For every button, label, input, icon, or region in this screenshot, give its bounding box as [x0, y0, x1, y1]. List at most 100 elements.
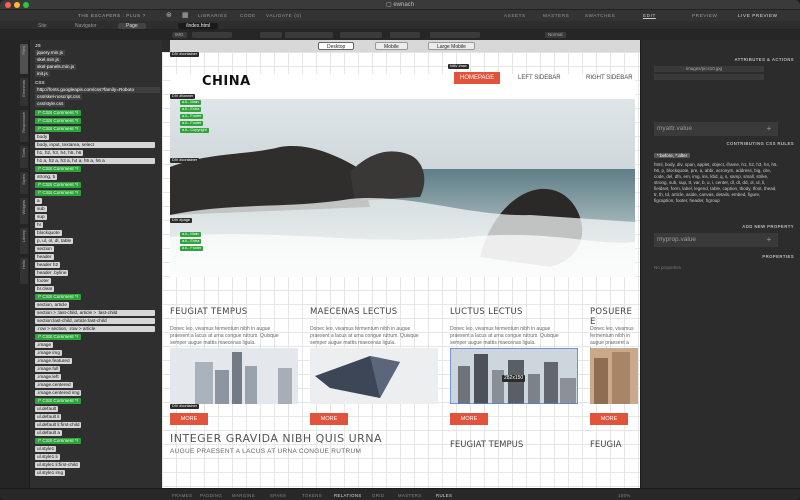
css-rule[interactable]: header — [35, 254, 54, 260]
more-button[interactable]: MORE — [590, 413, 628, 425]
css-rule[interactable]: ul.default a — [35, 430, 62, 436]
js-file[interactable]: jquery.min.js — [35, 50, 65, 56]
css-file[interactable]: http://fonts.googleapis.com/css?family=R… — [35, 87, 160, 93]
navigator-tab[interactable]: Navigator — [75, 23, 96, 29]
settings-icon[interactable]: ⊛ — [166, 11, 172, 19]
link-tag[interactable]: a.li-- Copyright — [180, 128, 209, 133]
more-button[interactable]: MORE — [310, 413, 348, 425]
css-rule[interactable]: footer — [35, 278, 51, 284]
tab-styles[interactable]: Styles — [20, 172, 28, 194]
nav-tag[interactable]: NAV #nav — [448, 64, 469, 69]
mobile-tab[interactable]: Mobile — [375, 42, 408, 50]
css-rule[interactable]: a — [35, 198, 42, 204]
css-rule[interactable]: ul.style1 li:first-child — [35, 462, 80, 468]
css-rule[interactable]: .image.left — [35, 374, 61, 380]
tab-responsive[interactable]: Responsive — [20, 110, 28, 142]
column-image[interactable] — [170, 348, 298, 404]
large-mobile-tab[interactable]: Large Mobile — [428, 42, 475, 50]
margins-toggle[interactable]: MARGINS — [232, 493, 255, 498]
container-tag[interactable]: DIV #container — [170, 158, 200, 163]
link-tag[interactable]: a.li-- Main — [180, 232, 201, 237]
banner-image[interactable] — [170, 97, 635, 277]
swatches-button[interactable]: SWATCHES — [585, 13, 615, 18]
tokens-toggle[interactable]: TOKENS — [302, 493, 322, 498]
css-rule[interactable]: sub — [35, 206, 47, 212]
css-rule[interactable]: .image img — [35, 350, 62, 356]
css-rule[interactable]: .image.centered img — [35, 390, 82, 396]
nav-right-sidebar[interactable]: RIGHT SIDEBAR — [580, 72, 639, 84]
link-tag[interactable]: a.li-- Extra — [180, 239, 202, 244]
size-chip[interactable] — [430, 32, 480, 38]
css-rule[interactable]: .row > section, .row > article — [35, 326, 155, 332]
css-rule[interactable]: section:last-child, article:last-child — [35, 318, 155, 324]
css-rule[interactable]: .image.centered — [35, 382, 73, 388]
css-rule[interactable]: ul.default — [35, 406, 59, 412]
code-button[interactable]: CODE — [240, 13, 256, 18]
tab-files[interactable]: Files — [20, 44, 28, 74]
page-tab[interactable]: Page — [118, 22, 146, 29]
banner-tag[interactable]: DIV #banner — [170, 94, 196, 99]
site-tab[interactable]: Site — [38, 23, 47, 29]
css-rule[interactable]: header h2 — [35, 262, 61, 268]
css-comment[interactable]: /* CSS Comment */ — [35, 118, 82, 124]
css-comment[interactable]: /* CSS Comment */ — [35, 334, 82, 340]
css-rule[interactable]: section — [35, 246, 54, 252]
css-rule[interactable]: section, article — [35, 302, 69, 308]
css-rule[interactable]: ul.style1 — [35, 446, 57, 452]
js-file[interactable]: skel.min.js — [35, 57, 61, 63]
css-rule[interactable]: section > :last-child, article > :last-c… — [35, 310, 155, 316]
rule-selector[interactable]: *:before, *:after — [654, 153, 691, 158]
css-rule[interactable]: ul.default li — [35, 414, 62, 420]
more-button[interactable]: MORE — [170, 413, 208, 425]
css-rule[interactable]: blockquote — [35, 230, 62, 236]
css-rule[interactable]: h1, h2, h3, h4, h5, h6 — [35, 150, 84, 156]
css-rule[interactable]: .image.full — [35, 366, 61, 372]
libraries-button[interactable]: LIBRARIES — [198, 13, 227, 18]
tab-widgets[interactable]: Widgets — [20, 198, 28, 224]
project-name[interactable]: THE ESCAPERS : PLUS ? — [78, 13, 146, 18]
library-icon[interactable]: ▦ — [182, 11, 189, 19]
css-comment[interactable]: /* CSS Comment */ — [35, 166, 82, 172]
link-tag[interactable]: a.li-- Footer — [180, 121, 204, 126]
width-chip[interactable] — [260, 32, 282, 38]
tab-hello[interactable]: Hello — [20, 258, 28, 284]
css-comment[interactable]: /* CSS Comment */ — [35, 126, 82, 132]
relations-toggle[interactable]: RELATIONS — [334, 493, 362, 498]
link-tag[interactable]: a.li-- Extra — [180, 107, 202, 112]
tab-library[interactable]: Library — [20, 228, 28, 254]
validate-button[interactable]: VALIDATE (0) — [266, 13, 302, 18]
assets-button[interactable]: ASSETS — [504, 13, 526, 18]
grid-toggle[interactable]: GRID — [372, 493, 384, 498]
css-comment[interactable]: /* CSS Comment */ — [35, 190, 82, 196]
tab-elements[interactable]: Elements — [20, 78, 28, 106]
spans-toggle[interactable]: SPANS — [270, 493, 286, 498]
js-file[interactable]: init.js — [35, 71, 50, 77]
padding-toggle[interactable]: PADDING — [200, 493, 222, 498]
css-file[interactable]: css/skel-noscript.css — [35, 94, 82, 100]
css-rule[interactable]: hr — [35, 222, 44, 228]
site-logo[interactable]: CHINA — [202, 74, 251, 89]
file-tab[interactable]: /index.html — [178, 22, 219, 29]
style-chip[interactable] — [192, 32, 232, 38]
container-tag[interactable]: DIV #container — [170, 52, 200, 57]
css-file[interactable]: css/style.css — [35, 101, 66, 107]
column-image[interactable] — [310, 348, 438, 404]
css-comment[interactable]: /* CSS Comment */ — [35, 182, 82, 188]
css-rule[interactable]: h1 a, h2 a, h3 a, h4 a, h5 a, h6 a — [35, 158, 155, 164]
preview-button[interactable]: PREVIEW — [692, 13, 717, 18]
css-rule[interactable]: br.clear — [35, 286, 55, 292]
container-tag[interactable]: DIV #container — [170, 404, 200, 409]
edit-button[interactable]: EDIT — [643, 13, 656, 18]
css-rule[interactable]: ul.style1 li — [35, 454, 60, 460]
css-rule[interactable]: header .byline — [35, 270, 69, 276]
nav-left-sidebar[interactable]: LEFT SIDEBAR — [512, 72, 567, 84]
link-tag[interactable]: a.li-- Main — [180, 100, 201, 105]
frames-toggle[interactable]: FRAMES — [172, 493, 192, 498]
css-rule[interactable]: sup — [35, 214, 47, 220]
css-comment[interactable]: /* CSS Comment */ — [35, 398, 82, 404]
align-chip[interactable] — [390, 32, 420, 38]
page-tag[interactable]: DIV #page — [170, 218, 192, 223]
css-comment[interactable]: /* CSS Comment */ — [35, 110, 82, 116]
property-value-input[interactable]: myprop.value — [654, 233, 778, 247]
css-rule[interactable]: .image — [35, 342, 54, 348]
